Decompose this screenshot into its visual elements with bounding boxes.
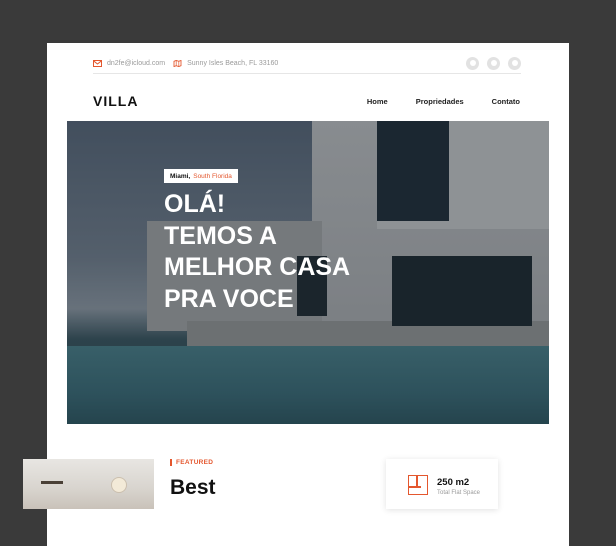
location-city: Miami,: [170, 172, 191, 180]
location-region: South Florida: [193, 172, 232, 180]
listing-photo[interactable]: [23, 459, 154, 509]
area-stat-card: 250 m2 Total Flat Space: [386, 459, 498, 509]
social-links: [466, 56, 521, 70]
area-value: 250 m2: [437, 477, 470, 488]
email-text: dn2fe@icloud.com: [107, 59, 166, 67]
ceiling-fan: [41, 481, 63, 484]
topbar-divider: [93, 73, 521, 74]
featured-tag: FEATURED: [170, 459, 213, 466]
mail-icon: [93, 59, 102, 67]
github-icon[interactable]: [487, 56, 500, 70]
address-text: Sunny Isles Beach, FL 33160: [187, 59, 279, 67]
headline-line: PRA VOCE: [164, 284, 294, 313]
headline-line: TEMOS A: [164, 221, 277, 250]
site-logo[interactable]: VILLA: [93, 93, 138, 109]
facebook-icon[interactable]: [466, 56, 479, 70]
nav-item-propriedades[interactable]: Propriedades: [416, 97, 464, 106]
headline-line: MELHOR CASA: [164, 253, 351, 281]
hero-banner: Miami, South Florida OLÁ! TEMOS A MELHOR…: [67, 121, 549, 424]
email-contact[interactable]: dn2fe@icloud.com: [93, 59, 166, 67]
contact-bar: dn2fe@icloud.com Sunny Isles Beach, FL 3…: [93, 53, 521, 73]
chandelier: [111, 477, 127, 493]
nav-item-home[interactable]: Home: [367, 97, 388, 106]
nav-item-contato[interactable]: Contato: [492, 97, 520, 106]
location-badge: Miami, South Florida: [164, 169, 238, 183]
hero-headline: OLÁ! TEMOS A MELHOR CASA PRA VOCE: [164, 189, 394, 315]
linkedin-icon[interactable]: [508, 56, 521, 70]
headline-line: OLÁ!: [164, 190, 226, 218]
map-icon: [173, 59, 182, 67]
floorplan-icon: [408, 475, 428, 495]
listing-title: Best: [170, 476, 216, 499]
area-label: Total Flat Space: [437, 490, 481, 496]
address-contact: Sunny Isles Beach, FL 33160: [173, 59, 279, 67]
main-nav: VILLA Home Propriedades Contato: [93, 92, 521, 110]
nav-menu: Home Propriedades Contato: [367, 97, 520, 106]
